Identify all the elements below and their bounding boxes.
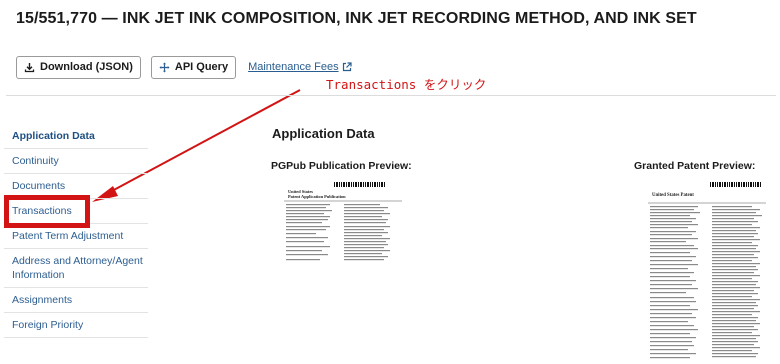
sidebar-item-address-attorney[interactable]: Address and Attorney/Agent Information	[4, 249, 148, 288]
granted-preview-label: Granted Patent Preview:	[634, 160, 756, 172]
granted-heading-1: United States Patent	[652, 193, 694, 198]
granted-patent-preview-image[interactable]: United States Patent	[648, 180, 766, 362]
sidebar-item-application-data[interactable]: Application Data	[4, 124, 148, 149]
sidebar-item-assignments[interactable]: Assignments	[4, 288, 148, 313]
pgpub-preview-label: PGPub Publication Preview:	[271, 160, 412, 172]
sidebar-nav: Application Data Continuity Documents Tr…	[4, 124, 148, 338]
transactions-highlight-box	[4, 195, 90, 228]
sidebar-item-continuity[interactable]: Continuity	[4, 149, 148, 174]
header-divider	[6, 95, 776, 96]
section-title: Application Data	[272, 126, 375, 141]
sidebar-item-foreign-priority[interactable]: Foreign Priority	[4, 313, 148, 338]
pgpub-heading-2: Patent Application Publication	[288, 194, 346, 199]
pgpub-preview-image[interactable]: United States Patent Application Publica…	[284, 180, 402, 264]
